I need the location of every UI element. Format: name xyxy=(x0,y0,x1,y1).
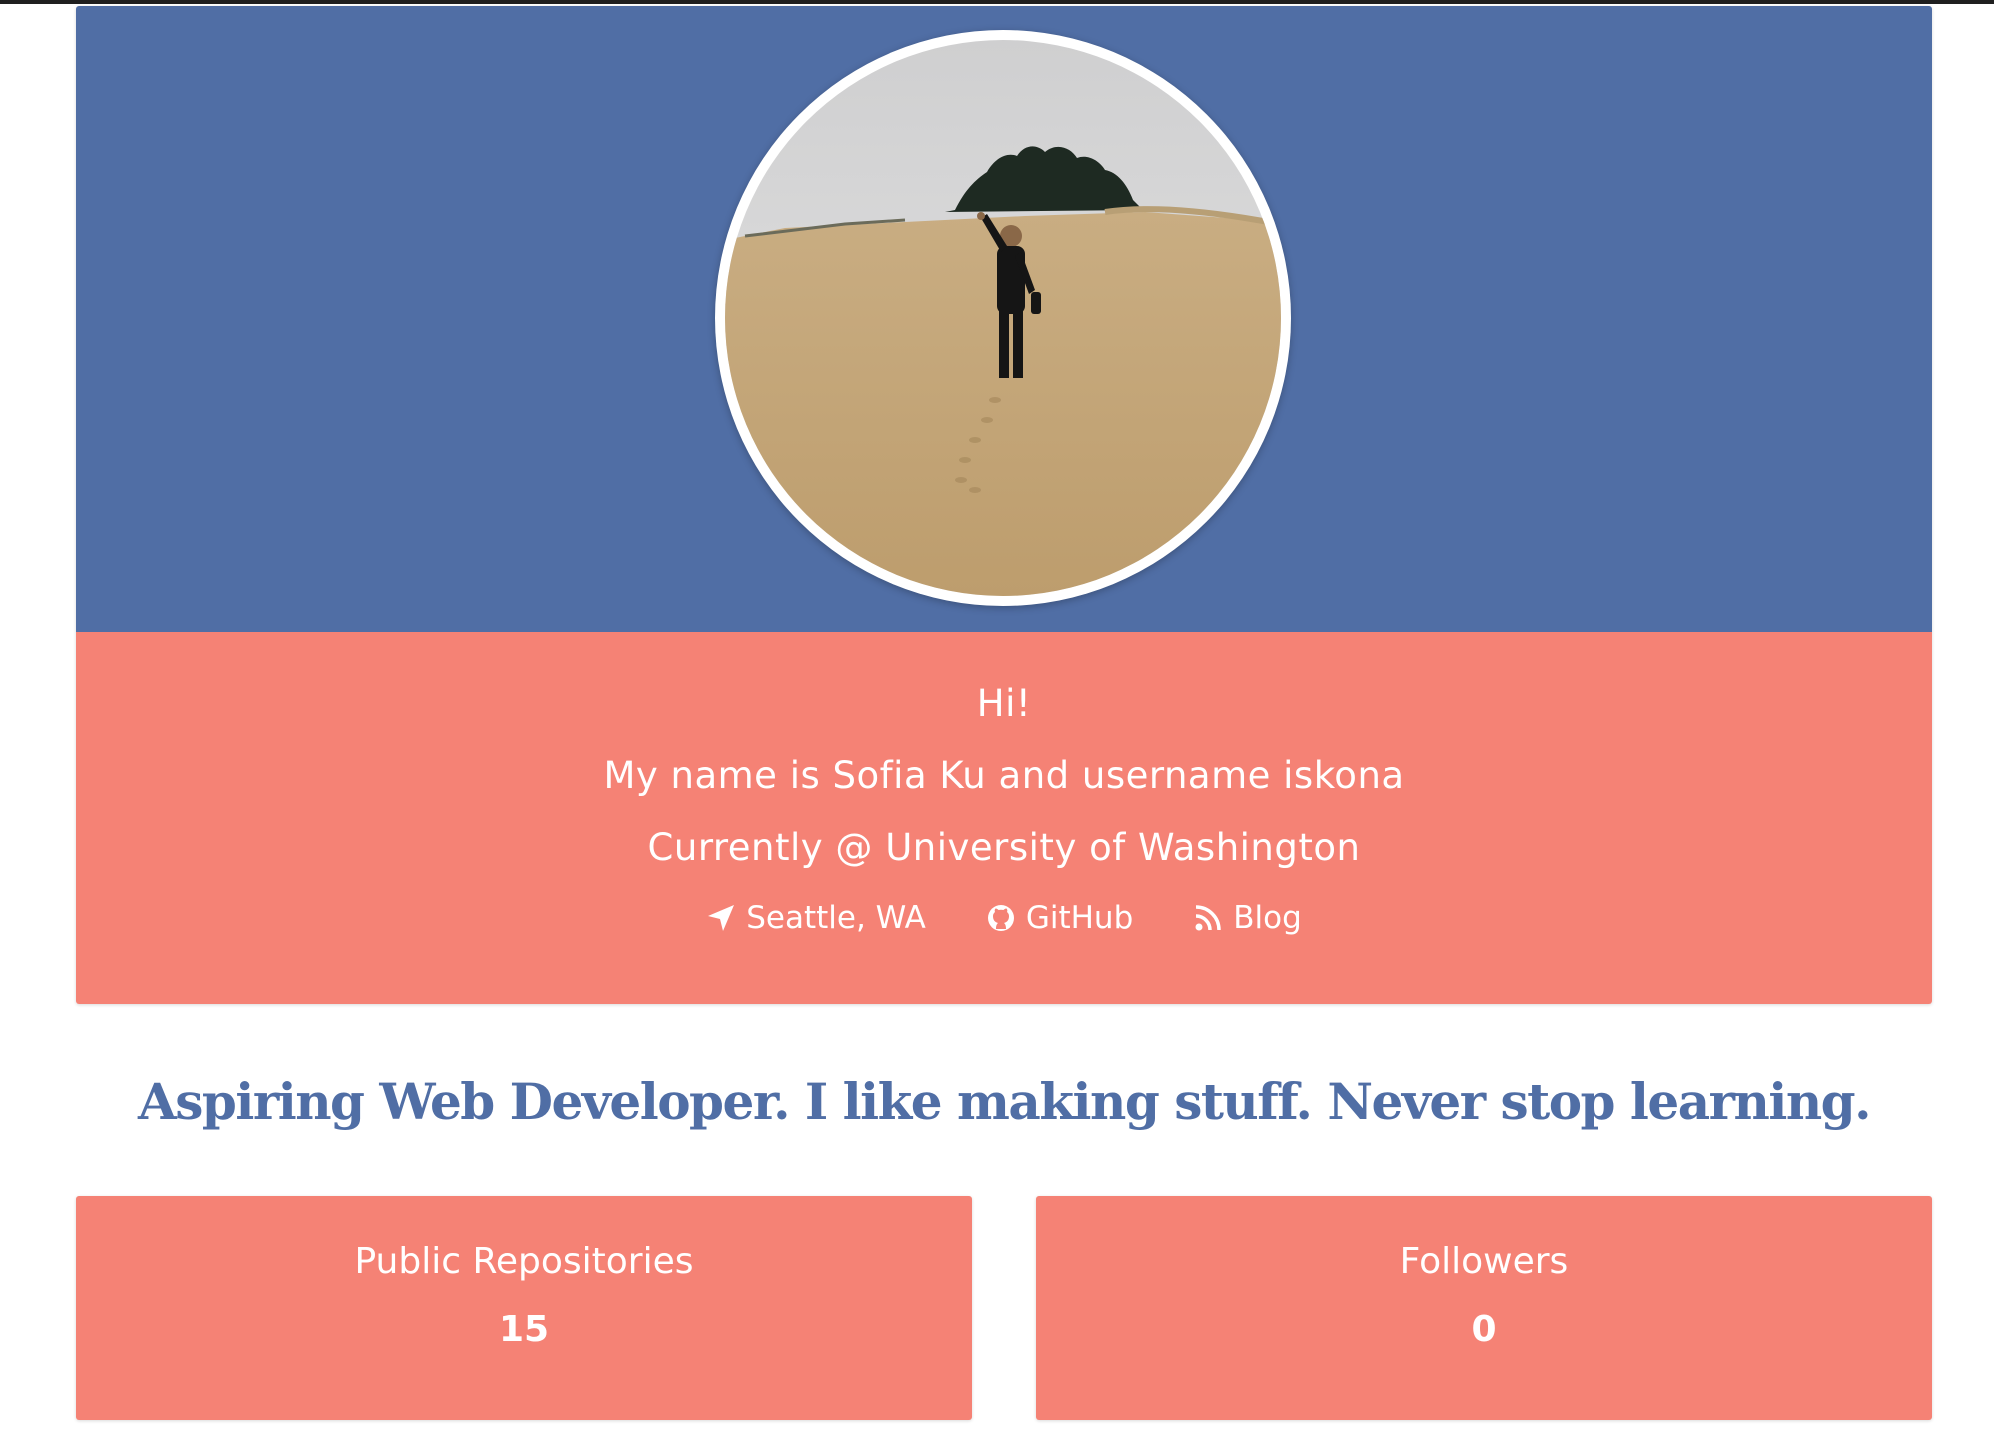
stats-row: Public Repositories 15 Followers 0 xyxy=(76,1196,1932,1420)
greeting-text: Hi! xyxy=(976,682,1032,725)
top-border xyxy=(0,0,1994,4)
name-text: My name is Sofia Ku and username iskona xyxy=(603,754,1405,797)
stat-label: Followers xyxy=(1399,1241,1569,1282)
blog-label: Blog xyxy=(1233,900,1302,936)
location-arrow-icon xyxy=(708,905,735,931)
stat-value: 0 xyxy=(1471,1309,1497,1350)
stat-value: 15 xyxy=(498,1309,550,1350)
avatar-photo xyxy=(725,40,1281,596)
tagline-heading: Aspiring Web Developer. I like making st… xyxy=(137,1072,1872,1131)
blog-link[interactable]: Blog xyxy=(1193,898,1302,938)
work-text: Currently @ University of Washington xyxy=(647,826,1361,869)
rss-icon xyxy=(1195,905,1222,931)
profile-hero-banner xyxy=(76,6,1932,632)
profile-links: Seattle, WA GitHub Blog xyxy=(76,898,1932,938)
avatar-frame xyxy=(715,30,1291,606)
github-label: GitHub xyxy=(1025,900,1134,936)
avatar xyxy=(725,40,1281,596)
stat-label: Public Repositories xyxy=(354,1241,694,1282)
github-link[interactable]: GitHub xyxy=(986,898,1133,938)
github-icon xyxy=(987,905,1014,931)
stat-card-followers: Followers 0 xyxy=(1036,1196,1932,1420)
location-label: Seattle, WA xyxy=(746,900,926,936)
location-link: Seattle, WA xyxy=(706,898,926,938)
profile-header-card: Hi! My name is Sofia Ku and username isk… xyxy=(76,6,1932,1004)
stat-card-repositories: Public Repositories 15 xyxy=(76,1196,972,1420)
profile-page: Hi! My name is Sofia Ku and username isk… xyxy=(76,6,1932,1420)
intro-section: Hi! My name is Sofia Ku and username isk… xyxy=(76,632,1932,1004)
